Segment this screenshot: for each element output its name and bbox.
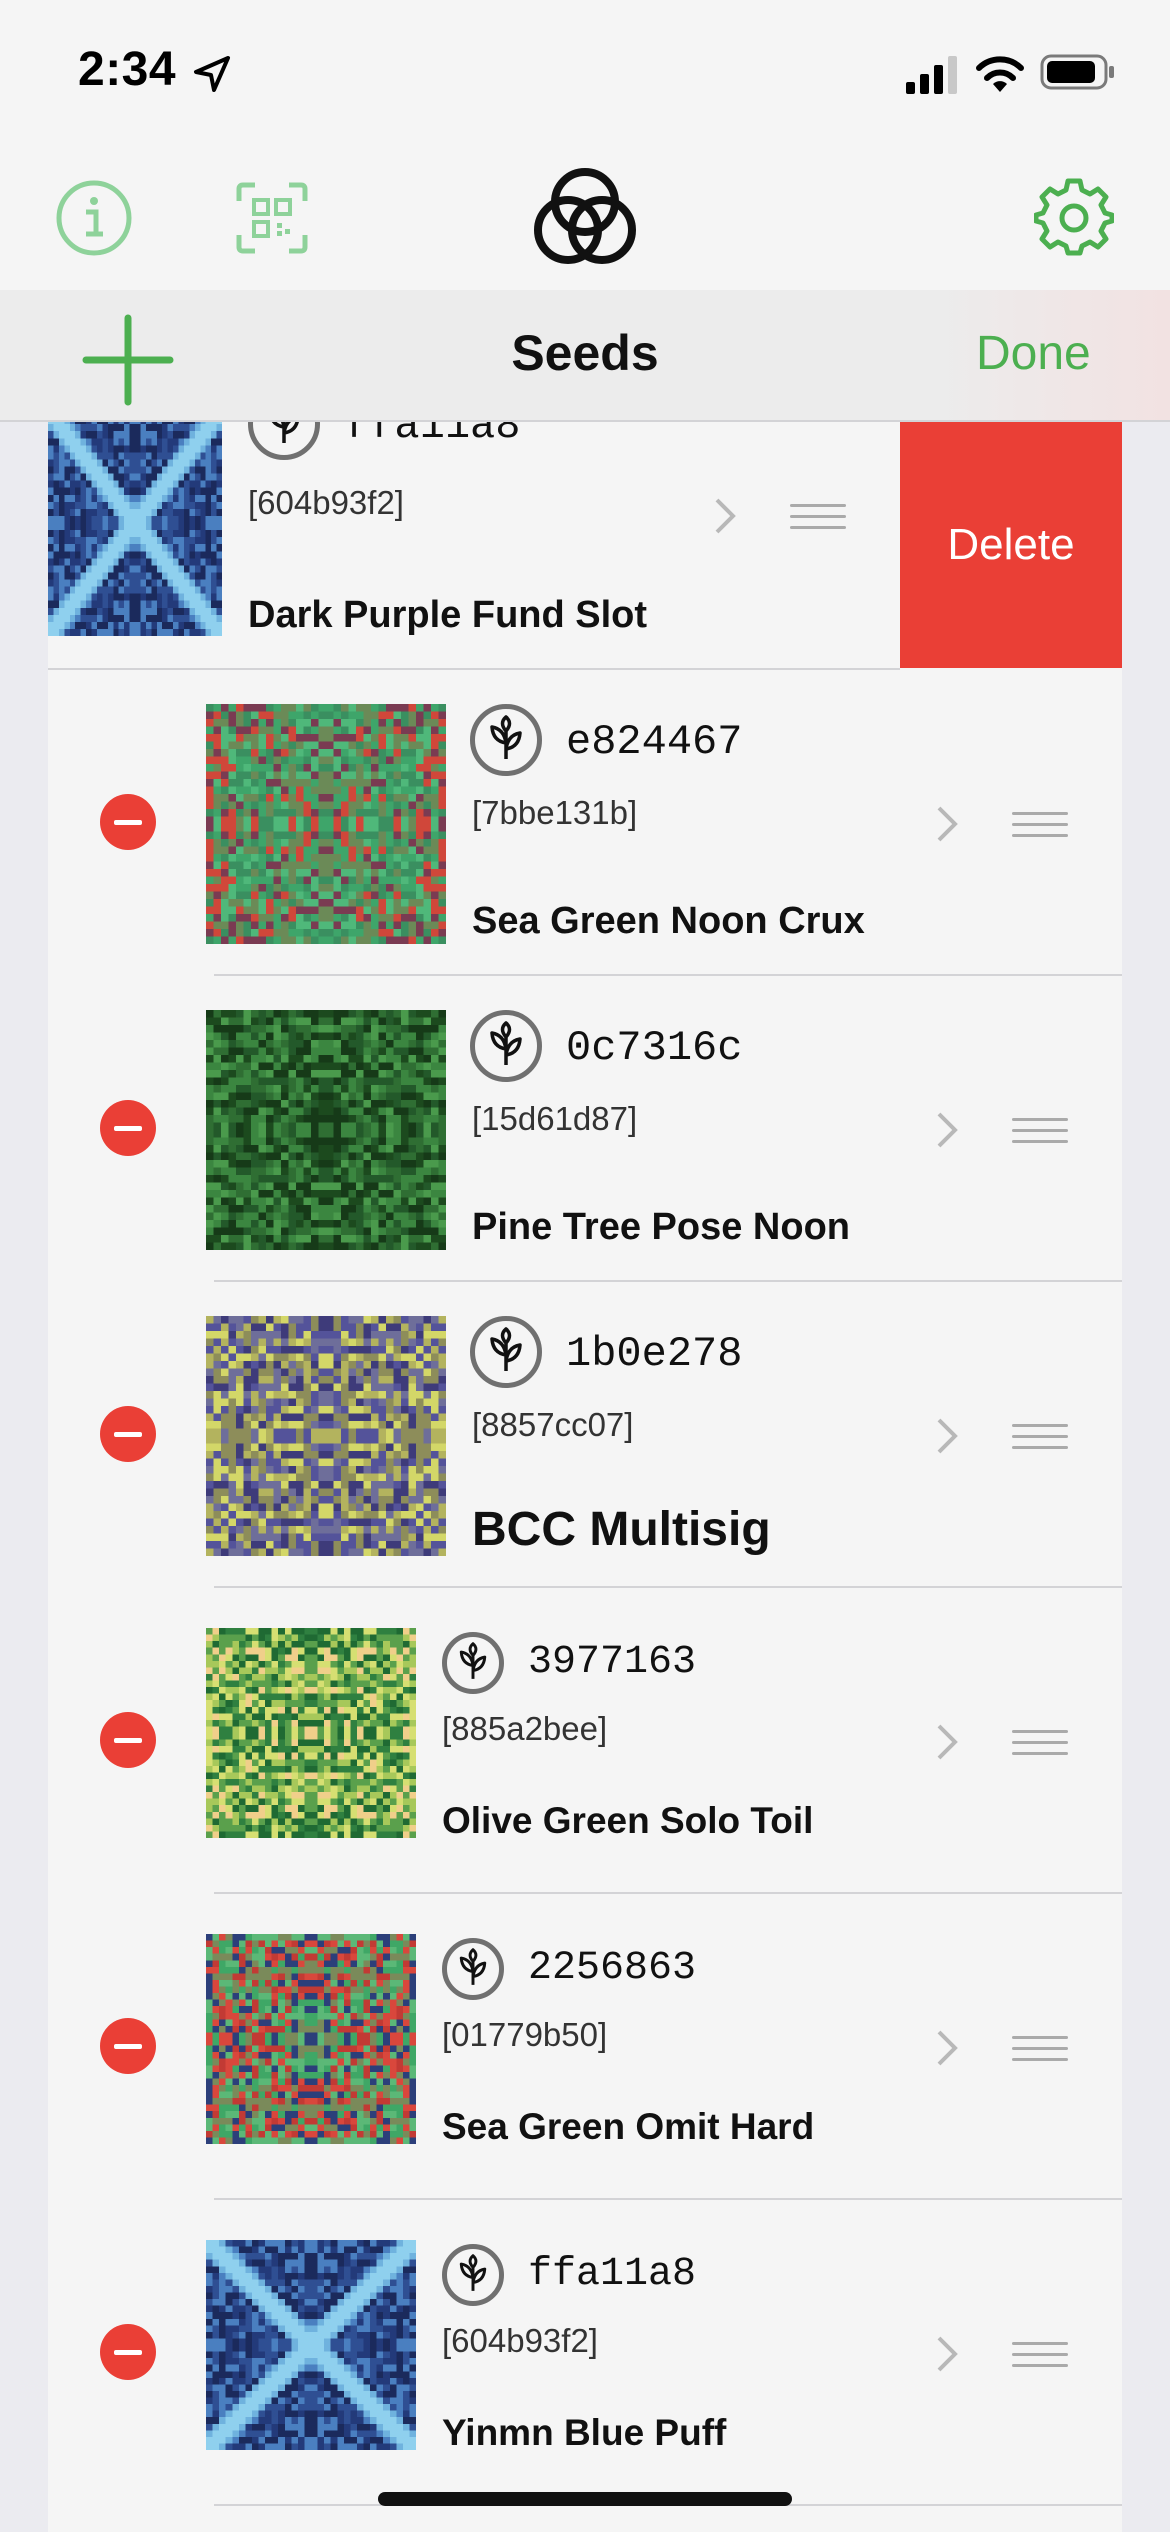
reorder-handle-icon[interactable] [1012, 2342, 1068, 2372]
seed-icon [442, 2244, 504, 2306]
home-indicator [378, 2492, 792, 2506]
scan-qr-button[interactable] [230, 176, 314, 260]
delete-toggle-button[interactable] [100, 1406, 156, 1462]
chevron-right-icon [937, 806, 958, 842]
settings-button[interactable] [1032, 176, 1116, 260]
seed-id: 1b0e278 [566, 1330, 743, 1378]
seed-id: ffa11a8 [528, 2252, 697, 2297]
delete-toggle-button[interactable] [100, 2324, 156, 2380]
seed-lifehash-image [206, 2240, 416, 2450]
reorder-handle-icon[interactable] [790, 504, 846, 534]
seed-icon [248, 422, 320, 460]
reorder-handle-icon[interactable] [1012, 1424, 1068, 1454]
seed-fingerprint: [604b93f2] [248, 484, 404, 521]
seed-list: ffa11a8 [604b93f2] Dark Purple Fund Slot… [48, 422, 1122, 2532]
status-time: 2:34 [78, 43, 177, 96]
seed-id: e824467 [566, 718, 743, 766]
seed-name: Yinmn Blue Puff [442, 2412, 727, 2453]
screen: 2:34 Seeds Done ffa11a8 [604b93f2] Dark … [0, 0, 1170, 2532]
seed-row[interactable]: ffa11a8 [604b93f2] Yinmn Blue Puff [48, 2200, 1122, 2506]
reorder-handle-icon[interactable] [1012, 2036, 1068, 2066]
seed-name: BCC Multisig [472, 1503, 771, 1556]
seed-icon [470, 704, 542, 776]
reorder-handle-icon[interactable] [1012, 1730, 1068, 1760]
delete-toggle-button[interactable] [100, 2018, 156, 2074]
seed-name: Dark Purple Fund Slot [248, 594, 648, 636]
chevron-right-icon [937, 1112, 958, 1148]
seed-icon [442, 1938, 504, 2000]
delete-toggle-button[interactable] [100, 1100, 156, 1156]
chevron-right-icon [937, 1724, 958, 1760]
seed-lifehash-image [48, 422, 222, 636]
seed-id: 3977163 [528, 1640, 697, 1685]
seed-icon [442, 1632, 504, 1694]
seed-row[interactable]: 2256863 [01779b50] Sea Green Omit Hard [48, 1894, 1122, 2200]
seed-row-swiped[interactable]: ffa11a8 [604b93f2] Dark Purple Fund Slot… [48, 422, 1122, 670]
cellular-signal-icon [906, 56, 957, 94]
seed-lifehash-image [206, 1934, 416, 2144]
seed-id: 2256863 [528, 1946, 697, 1991]
seed-row[interactable]: e824467 [7bbe131b] Sea Green Noon Crux [48, 670, 1122, 976]
delete-button[interactable]: Delete [900, 422, 1122, 668]
gear-icon [1034, 178, 1114, 256]
seed-fingerprint: [885a2bee] [442, 1710, 608, 1747]
nav-bar [0, 150, 1170, 290]
seed-fingerprint: [01779b50] [442, 2016, 608, 2053]
seed-fingerprint: [15d61d87] [472, 1100, 638, 1137]
seed-lifehash-image [206, 1316, 446, 1556]
chevron-right-icon [937, 2336, 958, 2372]
delete-toggle-button[interactable] [100, 1712, 156, 1768]
info-icon [56, 180, 132, 256]
chevron-right-icon [937, 2030, 958, 2066]
seed-name: Olive Green Solo Toil [442, 1800, 814, 1841]
seed-fingerprint: [7bbe131b] [472, 794, 638, 831]
seed-id: ffa11a8 [344, 422, 521, 450]
app-logo-icon [526, 160, 644, 278]
section-header: Seeds Done [0, 290, 1170, 422]
delete-toggle-button[interactable] [100, 794, 156, 850]
seed-lifehash-image [206, 1010, 446, 1250]
qr-scan-icon [236, 182, 308, 254]
chevron-right-icon [715, 498, 736, 534]
seed-id: 0c7316c [566, 1024, 743, 1072]
reorder-handle-icon[interactable] [1012, 1118, 1068, 1148]
seed-icon [470, 1316, 542, 1388]
seed-name: Sea Green Noon Crux [472, 900, 865, 942]
seed-lifehash-image [206, 704, 446, 944]
seed-fingerprint: [604b93f2] [442, 2322, 598, 2359]
seed-row[interactable]: 1b0e278 [8857cc07] BCC Multisig [48, 1282, 1122, 1588]
seed-row[interactable]: 3977163 [885a2bee] Olive Green Solo Toil [48, 1588, 1122, 1894]
seed-icon [470, 1010, 542, 1082]
battery-icon [1040, 54, 1114, 90]
location-arrow-icon [194, 56, 230, 92]
seed-row[interactable]: 0c7316c [15d61d87] Pine Tree Pose Noon [48, 976, 1122, 1282]
wifi-icon [976, 56, 1024, 92]
seed-name: Pine Tree Pose Noon [472, 1206, 850, 1248]
done-button[interactable]: Done [976, 326, 1091, 381]
chevron-right-icon [937, 1418, 958, 1454]
info-button[interactable] [52, 176, 136, 260]
seed-name: Sea Green Omit Hard [442, 2106, 815, 2147]
seed-fingerprint: [8857cc07] [472, 1406, 634, 1443]
seed-lifehash-image [206, 1628, 416, 1838]
status-bar: 2:34 [0, 0, 1170, 150]
reorder-handle-icon[interactable] [1012, 812, 1068, 842]
